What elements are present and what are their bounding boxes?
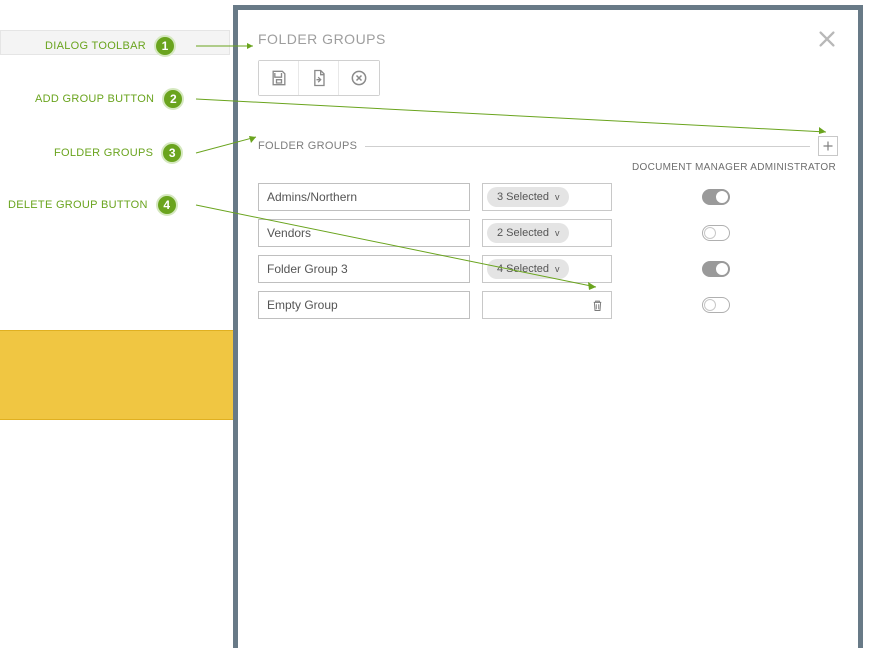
cancel-icon xyxy=(349,68,369,88)
add-group-button[interactable] xyxy=(818,136,838,156)
group-name-input[interactable] xyxy=(258,219,470,247)
selected-count-label: 4 Selected xyxy=(497,263,549,275)
dialog: FOLDER GROUPS FOLDER GROUPS xyxy=(233,5,863,648)
admin-toggle-cell xyxy=(624,225,838,241)
admin-toggle[interactable] xyxy=(702,225,730,241)
export-icon xyxy=(309,68,329,88)
cancel-button[interactable] xyxy=(339,61,379,95)
selected-count-label: 2 Selected xyxy=(497,227,549,239)
group-row xyxy=(258,291,838,319)
callout-badge: 4 xyxy=(156,194,178,216)
callout-badge: 2 xyxy=(162,88,184,110)
group-row: 2 Selected v xyxy=(258,219,838,247)
selected-count-pill[interactable]: 4 Selected v xyxy=(487,259,569,279)
chevron-down-icon: v xyxy=(555,192,560,202)
group-folders-select[interactable]: 2 Selected v xyxy=(482,219,612,247)
group-row: 3 Selected v xyxy=(258,183,838,211)
export-button[interactable] xyxy=(299,61,339,95)
callout: FOLDER GROUPS 3 xyxy=(54,142,183,164)
callout-label: FOLDER GROUPS xyxy=(54,147,153,159)
admin-toggle[interactable] xyxy=(702,261,730,277)
save-button[interactable] xyxy=(259,61,299,95)
selected-count-pill[interactable]: 2 Selected v xyxy=(487,223,569,243)
trash-icon xyxy=(590,298,605,313)
admin-toggle[interactable] xyxy=(702,297,730,313)
selected-count-label: 3 Selected xyxy=(497,191,549,203)
group-folders-select[interactable]: 4 Selected v xyxy=(482,255,612,283)
delete-group-button[interactable] xyxy=(587,295,607,315)
selected-count-pill[interactable]: 3 Selected v xyxy=(487,187,569,207)
fieldset-legend: FOLDER GROUPS xyxy=(258,140,357,152)
folder-groups-fieldset: FOLDER GROUPS DOCUMENT MANAGER ADMINISTR… xyxy=(258,136,838,319)
admin-toggle-cell xyxy=(624,261,838,277)
dialog-toolbar xyxy=(258,60,380,96)
close-icon[interactable] xyxy=(816,28,838,50)
callout: DIALOG TOOLBAR 1 xyxy=(45,35,176,57)
group-name-input[interactable] xyxy=(258,291,470,319)
group-name-input[interactable] xyxy=(258,255,470,283)
callout: DELETE GROUP BUTTON 4 xyxy=(8,194,178,216)
group-folders-select[interactable]: 3 Selected v xyxy=(482,183,612,211)
chevron-down-icon: v xyxy=(555,264,560,274)
dialog-title: FOLDER GROUPS xyxy=(258,31,386,47)
save-icon xyxy=(269,68,289,88)
plus-icon xyxy=(822,140,834,152)
group-folders-select[interactable] xyxy=(482,291,612,319)
callout-label: DIALOG TOOLBAR xyxy=(45,40,146,52)
group-row: 4 Selected v xyxy=(258,255,838,283)
admin-toggle-cell xyxy=(624,189,838,205)
group-name-input[interactable] xyxy=(258,183,470,211)
callout-badge: 3 xyxy=(161,142,183,164)
admin-toggle-cell xyxy=(624,297,838,313)
callout: ADD GROUP BUTTON 2 xyxy=(35,88,184,110)
admin-toggle[interactable] xyxy=(702,189,730,205)
callout-label: ADD GROUP BUTTON xyxy=(35,93,154,105)
callout-label: DELETE GROUP BUTTON xyxy=(8,199,148,211)
admin-column-header: DOCUMENT MANAGER ADMINISTRATOR xyxy=(258,156,838,183)
callout-badge: 1 xyxy=(154,35,176,57)
chevron-down-icon: v xyxy=(555,228,560,238)
